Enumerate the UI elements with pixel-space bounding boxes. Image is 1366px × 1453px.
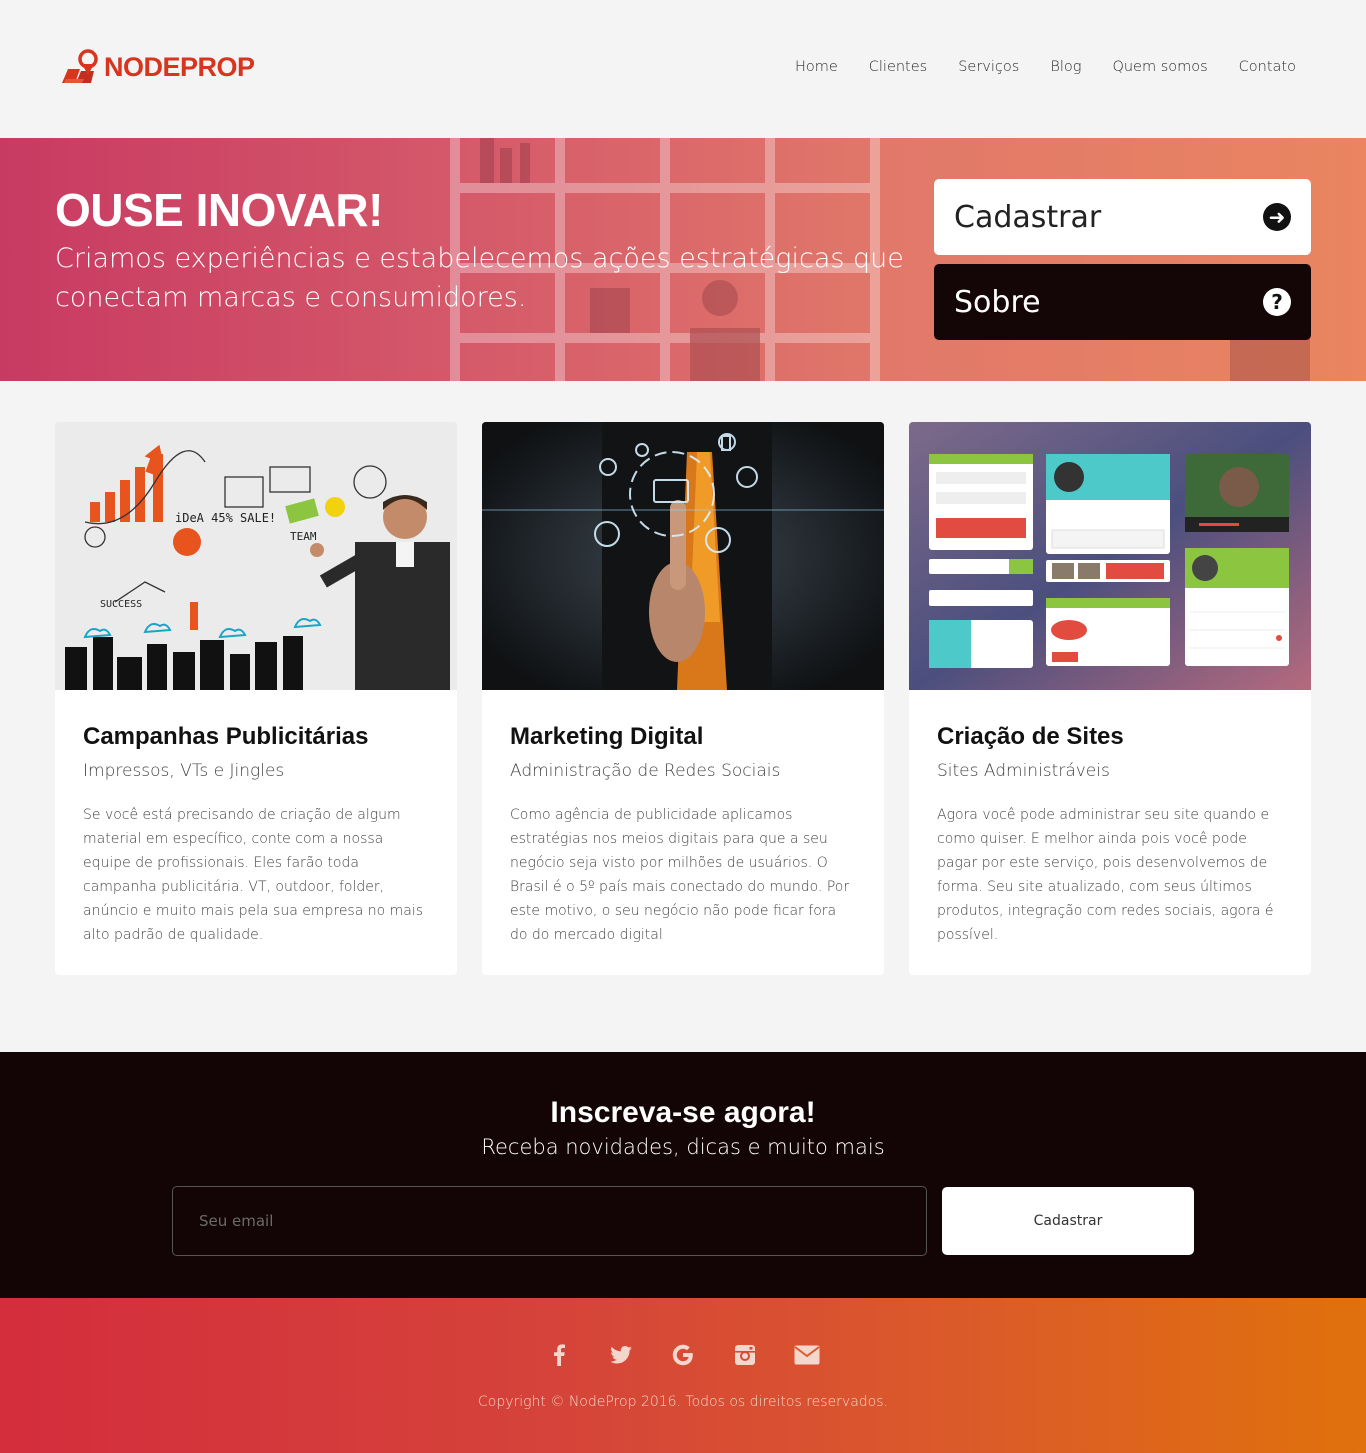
- svg-text:SUCCESS: SUCCESS: [100, 599, 142, 610]
- brand-logo[interactable]: NODEPROP: [60, 48, 255, 86]
- site-footer: Copyright © NodeProp 2016. Todos os dire…: [0, 1298, 1366, 1453]
- card-text: Se você está precisando de criação de al…: [83, 807, 424, 943]
- newsletter-title: Inscreva-se agora!: [550, 1096, 816, 1129]
- card-text: Como agência de publicidade aplicamos es…: [510, 807, 850, 943]
- site-header: NODEPROP Home Clientes Serviços Blog Que…: [0, 0, 1366, 138]
- card-body: Campanhas Publicitárias Impressos, VTs e…: [55, 690, 457, 975]
- card-body: Criação de Sites Sites Administráveis Ag…: [909, 690, 1311, 975]
- hero-register-button[interactable]: Cadastrar ➜: [934, 179, 1311, 255]
- arrow-right-circle-icon: ➜: [1263, 203, 1291, 231]
- question-circle-icon: ?: [1263, 288, 1291, 316]
- campaign-illustration-image: iDeA 45% SALE! TEAM SUCCESS: [55, 422, 457, 690]
- nav-blog[interactable]: Blog: [1050, 59, 1081, 75]
- card-title: Criação de Sites: [937, 723, 1124, 750]
- card-subtitle: Sites Administráveis: [937, 761, 1110, 781]
- hero-banner: OUSE INOVAR! Criamos experiências e esta…: [0, 138, 1366, 381]
- copyright-text: Copyright © NodeProp 2016. Todos os dire…: [478, 1394, 888, 1410]
- newsletter-subtitle: Receba novidades, dicas e muito mais: [481, 1135, 885, 1159]
- hero-subtitle: Criamos experiências e estabelecemos açõ…: [55, 243, 904, 313]
- twitter-icon[interactable]: [590, 1340, 652, 1370]
- svg-text:iDeA 45% SALE!: iDeA 45% SALE!: [175, 511, 276, 525]
- map-pin-logo-icon: [62, 49, 98, 83]
- google-icon[interactable]: [652, 1340, 714, 1370]
- card-subtitle: Impressos, VTs e Jingles: [83, 761, 285, 781]
- svg-text:TEAM: TEAM: [290, 530, 317, 543]
- nav-quem-somos[interactable]: Quem somos: [1112, 59, 1207, 75]
- instagram-icon[interactable]: [714, 1340, 776, 1370]
- card-title: Marketing Digital: [510, 723, 704, 750]
- card-body: Marketing Digital Administração de Redes…: [482, 690, 884, 975]
- main-nav: Home Clientes Serviços Blog Quem somos C…: [764, 59, 1296, 75]
- nav-servicos[interactable]: Serviços: [958, 59, 1019, 75]
- hero-about-button[interactable]: Sobre ?: [934, 264, 1311, 340]
- card-text: Agora você pode administrar seu site qua…: [937, 807, 1274, 943]
- service-card-sites[interactable]: Criação de Sites Sites Administráveis Ag…: [909, 422, 1311, 975]
- card-title: Campanhas Publicitárias: [83, 723, 369, 750]
- nav-home[interactable]: Home: [795, 59, 838, 75]
- hero-about-label: Sobre: [954, 284, 1041, 320]
- subscribe-button[interactable]: Cadastrar: [942, 1187, 1194, 1255]
- service-card-campanhas[interactable]: iDeA 45% SALE! TEAM SUCCESS Campanhas Pu…: [55, 422, 457, 975]
- hero-register-label: Cadastrar: [954, 199, 1102, 235]
- newsletter-section: Inscreva-se agora! Receba novidades, dic…: [0, 1052, 1366, 1298]
- card-subtitle: Administração de Redes Sociais: [510, 761, 781, 781]
- nav-clientes[interactable]: Clientes: [869, 59, 927, 75]
- digital-marketing-image: [482, 422, 884, 690]
- ui-kit-image: [909, 422, 1311, 690]
- brand-name: NODEPROP: [104, 51, 255, 82]
- service-card-marketing[interactable]: Marketing Digital Administração de Redes…: [482, 422, 884, 975]
- email-input[interactable]: [172, 1186, 927, 1256]
- nav-contato[interactable]: Contato: [1239, 59, 1296, 75]
- envelope-icon[interactable]: [776, 1340, 838, 1370]
- social-links: [0, 1340, 1366, 1370]
- hero-title: OUSE INOVAR!: [55, 184, 383, 236]
- facebook-icon[interactable]: [528, 1340, 590, 1370]
